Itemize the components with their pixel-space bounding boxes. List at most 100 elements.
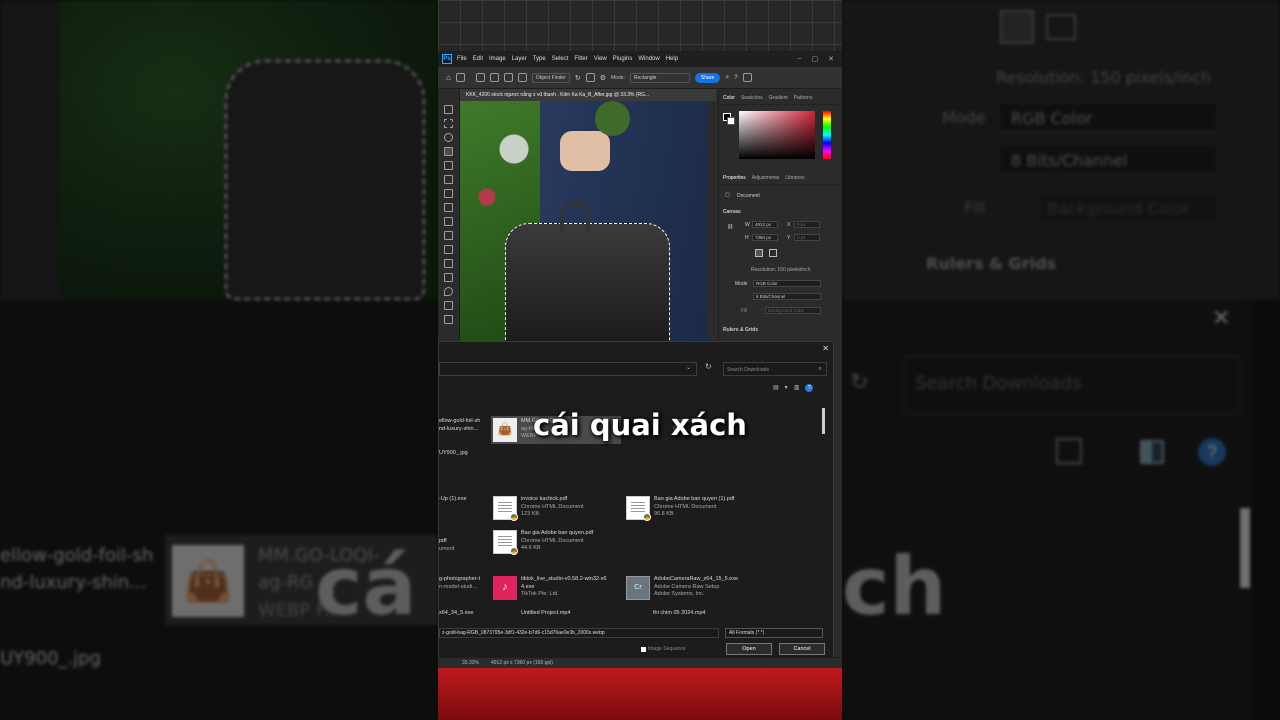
move-tool-icon[interactable]	[444, 105, 453, 114]
file-item-tiktok-live[interactable]: ♪ tiktok_live_studio-v0.58.2-win32-x6 4.ex…	[493, 576, 607, 600]
home-icon[interactable]: ⌂	[446, 73, 451, 82]
subtract-selection-icon[interactable]	[503, 73, 513, 82]
add-selection-icon[interactable]	[489, 73, 499, 82]
file-item-untitled-mp4[interactable]: Untitled Project.mp4	[521, 610, 571, 616]
open-button[interactable]: Open	[726, 643, 772, 655]
height-field[interactable]: 7360 px	[752, 234, 778, 241]
new-selection-icon[interactable]	[475, 73, 485, 82]
color-mode-select[interactable]: RGB Color	[753, 280, 821, 287]
view-dropdown-icon[interactable]: ▾	[785, 384, 788, 392]
menu-help[interactable]: Help	[666, 56, 678, 62]
y-field[interactable]: 0 px	[794, 234, 820, 241]
tab-properties[interactable]: Properties	[723, 175, 746, 181]
menu-edit[interactable]: Edit	[473, 56, 483, 62]
cancel-button[interactable]: Cancel	[779, 643, 825, 655]
tab-adjustments[interactable]: Adjustments	[752, 175, 780, 181]
view-mode-icon[interactable]: ▤	[773, 384, 779, 392]
menu-window[interactable]: Window	[638, 56, 659, 62]
frame-tool-icon[interactable]	[444, 175, 453, 184]
maximize-icon[interactable]: ▢	[812, 55, 819, 63]
rulers-grids-section[interactable]: Rulers & Grids	[723, 327, 758, 333]
file-item-camera-raw[interactable]: Cr AdobeCameraRaw_x64_15_5.exe Adobe Camer…	[626, 576, 738, 600]
share-button[interactable]: Share	[694, 72, 721, 83]
eyedropper-tool-icon[interactable]	[444, 189, 453, 198]
file-item-x64[interactable]: x64_34_5.exe	[439, 610, 474, 616]
help-icon[interactable]: ?	[734, 75, 737, 81]
image-sequence-option[interactable]: Image Sequence	[641, 646, 686, 652]
document-canvas[interactable]	[460, 101, 708, 341]
file-item-invoice-kachick[interactable]: invoice kachick.pdf Chrome HTML Document 1…	[493, 496, 583, 521]
tab-color[interactable]: Color	[723, 95, 735, 101]
gradient-tool-icon[interactable]	[444, 273, 453, 282]
portrait-orientation-icon[interactable]	[755, 249, 763, 257]
dialog-refresh-icon[interactable]: ↻	[705, 362, 712, 371]
file-item-setup-exe[interactable]: -Up (1).exe	[439, 496, 467, 504]
landscape-orientation-icon[interactable]	[769, 249, 777, 257]
menu-plugins[interactable]: Plugins	[613, 56, 633, 62]
healing-brush-icon[interactable]	[444, 203, 453, 212]
intersect-selection-icon[interactable]	[517, 73, 527, 82]
search-glass-icon[interactable]: ⌕	[819, 366, 822, 373]
refresh-icon[interactable]: ↻	[575, 74, 581, 82]
mode-select[interactable]: Rectangle	[629, 72, 690, 83]
file-publisher: TikTok Pte. Ltd.	[521, 591, 559, 597]
search-icon[interactable]: ⌕	[725, 74, 729, 82]
clone-stamp-icon[interactable]	[444, 231, 453, 240]
minimize-icon[interactable]: –	[798, 55, 802, 63]
file-item-pdf[interactable]: pdf ument	[439, 538, 454, 553]
search-input[interactable]: Search Downloads ⌕	[723, 362, 827, 376]
dodge-tool-icon[interactable]	[444, 301, 453, 310]
dialog-close-icon[interactable]: ✕	[822, 344, 829, 353]
color-field[interactable]	[739, 111, 815, 159]
tab-libraries[interactable]: Libraries	[785, 175, 804, 181]
document-tab[interactable]: KKK_4200 stock ngược nắng x vũ thanh . K…	[460, 89, 716, 101]
zoom-level[interactable]: 33.33%	[462, 660, 479, 666]
object-finder-toggle[interactable]: Object Finder	[531, 72, 570, 83]
show-objects-icon[interactable]	[585, 73, 595, 82]
hue-slider[interactable]	[823, 111, 831, 159]
image-sequence-checkbox[interactable]	[641, 646, 646, 652]
address-dropdown-icon[interactable]: ⌄	[686, 364, 691, 371]
pen-tool-icon[interactable]	[444, 315, 453, 324]
marquee-tool-icon[interactable]	[444, 119, 453, 128]
history-brush-icon[interactable]	[444, 245, 453, 254]
menu-select[interactable]: Select	[552, 56, 569, 62]
file-item-uy900-jpg[interactable]: UY900_.jpg	[439, 450, 468, 458]
blur-tool-icon[interactable]	[444, 287, 453, 296]
link-icon[interactable]: ⛓	[727, 224, 733, 230]
object-selection-tool-icon[interactable]	[444, 147, 453, 156]
menu-view[interactable]: View	[594, 56, 607, 62]
menu-layer[interactable]: Layer	[512, 56, 527, 62]
file-name-cont: 4.exe	[521, 583, 535, 590]
address-bar[interactable]	[439, 362, 697, 376]
bit-depth-select[interactable]: 8 Bits/Channel	[753, 293, 821, 300]
lasso-tool-icon[interactable]	[444, 133, 453, 142]
crop-tool-icon[interactable]	[444, 161, 453, 170]
filename-input[interactable]: z-gold-bag-RGB_0873795e-3df1-432e-b7d6-c…	[439, 628, 719, 638]
file-item-bao-gia[interactable]: Bao gia Adobe ban quyen.pdf Chrome HTML D…	[493, 530, 593, 555]
background-color-swatch[interactable]	[727, 117, 735, 125]
tab-swatches[interactable]: Swatches	[741, 95, 763, 101]
workspace-icon[interactable]	[742, 73, 752, 82]
file-item-photographer[interactable]: g-photographer-t n-model-studi...	[439, 576, 480, 591]
tab-patterns[interactable]: Patterns	[794, 95, 813, 101]
eraser-tool-icon[interactable]	[444, 259, 453, 268]
x-field[interactable]: 0 px	[794, 221, 820, 228]
fill-select[interactable]: Background Color	[765, 307, 821, 314]
width-field[interactable]: 4912 px	[752, 221, 778, 228]
menu-filter[interactable]: Filter	[574, 56, 587, 62]
brush-tool-icon[interactable]	[444, 217, 453, 226]
settings-gear-icon[interactable]: ⚙	[600, 74, 606, 82]
menu-type[interactable]: Type	[533, 56, 546, 62]
preview-pane-icon[interactable]: ▥	[794, 384, 800, 392]
menu-image[interactable]: Image	[489, 56, 506, 62]
canvas-section[interactable]: Canvas	[723, 209, 741, 215]
file-item-bao-gia-1[interactable]: Bao gia Adobe ban quyen (1).pdf Chrome HT…	[626, 496, 734, 521]
close-window-icon[interactable]: ✕	[828, 55, 834, 63]
dialog-help-icon[interactable]: ?	[805, 384, 814, 392]
tool-preset-icon[interactable]	[455, 73, 465, 82]
tab-gradient[interactable]: Gradient	[769, 95, 788, 101]
menu-file[interactable]: File	[457, 56, 467, 62]
format-select[interactable]: All Formats (*.*)	[725, 628, 823, 638]
file-item-thi-chim-mp4[interactable]: thi chim 05 2024.mp4	[653, 610, 706, 616]
